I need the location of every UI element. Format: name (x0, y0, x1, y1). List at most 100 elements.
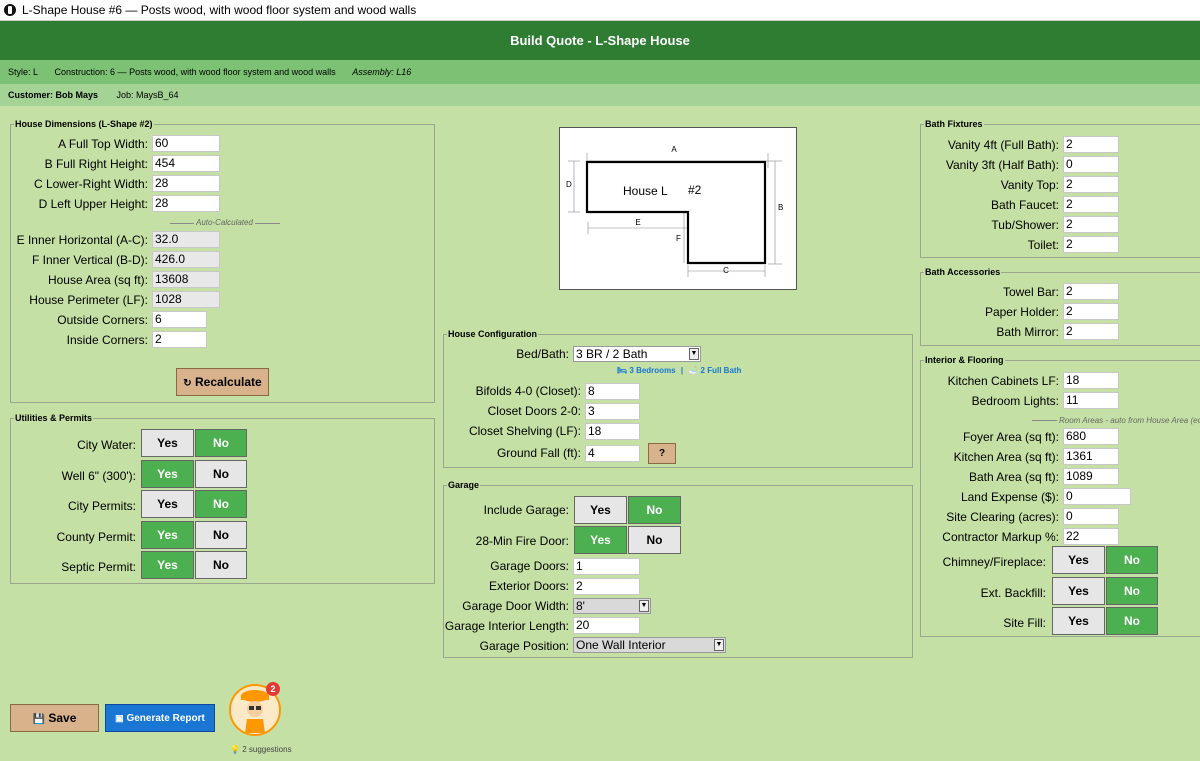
fire-door-yes-button[interactable]: Yes (574, 526, 627, 554)
info-bar: Style: L Construction: 6 — Posts wood, w… (0, 60, 1200, 84)
dim-f-marker: F (676, 234, 681, 243)
interior-toggle-yes-2[interactable]: Yes (1052, 607, 1105, 635)
interior-input-0[interactable]: 18 (1063, 372, 1119, 389)
bath-accessory-input-0[interactable]: 2 (1063, 283, 1119, 300)
bedbath-value: 3 BR / 2 Bath (576, 347, 648, 361)
garage-door-width-label: Garage Door Width: (462, 599, 569, 613)
bath-fixture-input-5[interactable]: 2 (1063, 236, 1119, 253)
bath-accessory-label-2: Bath Mirror: (996, 325, 1059, 339)
garage-door-width-value: 8' (576, 599, 585, 613)
garage-doors-label: Garage Doors: (490, 559, 569, 573)
recalculate-button[interactable]: ↻ Recalculate (176, 368, 269, 396)
utility-no-button-2[interactable]: No (195, 490, 247, 518)
dim-c-input[interactable]: 28 (152, 175, 220, 192)
interior-toggle-label-1: Ext. Backfill: (980, 585, 1046, 600)
bedbath-select[interactable]: 3 BR / 2 Bath ▼ (573, 346, 701, 362)
bifolds-input[interactable]: 8 (585, 383, 640, 400)
interior-title: Interior & Flooring (924, 354, 1005, 366)
room-label-3: Land Expense ($): (960, 490, 1059, 504)
interior-toggle-yes-1[interactable]: Yes (1052, 576, 1105, 605)
save-button[interactable]: 💾 Save (10, 704, 99, 732)
dim-b-label: B Full Right Height: (44, 157, 148, 171)
interior-toggle-no-2[interactable]: No (1106, 607, 1158, 635)
dim-d-input[interactable]: 28 (152, 195, 220, 212)
room-label-4: Site Clearing (acres): (946, 510, 1059, 524)
utility-yes-button-0[interactable]: Yes (141, 429, 194, 457)
utilities-title: Utilities & Permits (14, 412, 94, 424)
bath-fixture-label-5: Toilet: (1027, 238, 1059, 252)
dim-b-marker: B (778, 203, 783, 212)
ground-fall-label: Ground Fall (ft): (496, 446, 581, 460)
bath-accessory-input-1[interactable]: 2 (1063, 303, 1119, 320)
garage-door-width-select[interactable]: 8' ▼ (573, 598, 651, 614)
garage-length-input[interactable]: 20 (573, 617, 640, 634)
dim-a-label: A Full Top Width: (58, 137, 148, 151)
bedbath-summary: 🛏 3 Bedrooms | 🛁 2 Full Bath (617, 366, 741, 375)
dim-b-input[interactable]: 454 (152, 155, 220, 172)
chevron-down-icon: ▼ (639, 600, 649, 612)
generate-report-button[interactable]: ▣ Generate Report (105, 704, 215, 732)
house-area-label: House Area (sq ft): (47, 273, 148, 287)
include-garage-yes-button[interactable]: Yes (574, 496, 627, 524)
interior-input-1[interactable]: 11 (1063, 392, 1119, 409)
utility-yes-button-2[interactable]: Yes (141, 490, 194, 518)
bedrooms-summary: 3 Bedrooms (629, 366, 676, 375)
utility-yes-button-3[interactable]: Yes (141, 520, 194, 549)
room-input-5[interactable]: 22 (1063, 528, 1119, 545)
room-input-1[interactable]: 1361 (1063, 448, 1119, 465)
exterior-doors-input[interactable]: 2 (573, 578, 640, 595)
ground-fall-input[interactable]: 4 (585, 445, 640, 462)
room-input-2[interactable]: 1089 (1063, 468, 1119, 485)
garage-doors-input[interactable]: 1 (573, 558, 640, 575)
room-input-0[interactable]: 680 (1063, 428, 1119, 445)
bath-fixture-label-1: Vanity 3ft (Half Bath): (945, 158, 1059, 172)
room-label-0: Foyer Area (sq ft): (962, 430, 1059, 444)
utility-yes-button-4[interactable]: Yes (141, 551, 194, 579)
customer-bar: Customer: Bob Mays Job: MaysB_64 (0, 84, 1200, 106)
outside-corners-input[interactable]: 6 (152, 311, 207, 328)
utility-yes-button-1[interactable]: Yes (141, 459, 194, 488)
house-config-title: House Configuration (447, 328, 538, 340)
closet-shelving-input[interactable]: 18 (585, 423, 640, 440)
interior-toggle-no-1[interactable]: No (1106, 576, 1158, 605)
generate-report-label: Generate Report (126, 713, 205, 724)
dim-a-marker: A (671, 145, 677, 154)
garage-position-select[interactable]: One Wall Interior ▼ (573, 637, 726, 653)
include-garage-no-button[interactable]: No (628, 496, 681, 524)
utility-no-button-4[interactable]: No (195, 551, 247, 579)
room-input-3[interactable]: 0 (1063, 488, 1131, 505)
house-perimeter-value: 1028 (152, 291, 220, 308)
dim-a-input[interactable]: 60 (152, 135, 220, 152)
interior-toggle-no-0[interactable]: No (1106, 546, 1158, 574)
bath-fixture-input-0[interactable]: 2 (1063, 136, 1119, 153)
inside-corners-input[interactable]: 2 (152, 331, 207, 348)
bath-fixture-label-4: Tub/Shower: (991, 218, 1059, 232)
utility-label-4: Septic Permit: (61, 560, 136, 574)
style-info: Style: L (8, 67, 39, 77)
room-label-1: Kitchen Area (sq ft): (953, 450, 1059, 464)
fire-door-label: 28-Min Fire Door: (475, 534, 569, 548)
interior-toggle-yes-0[interactable]: Yes (1052, 546, 1105, 574)
bath-accessory-input-2[interactable]: 2 (1063, 323, 1119, 340)
closet-doors-label: Closet Doors 2-0: (487, 404, 581, 418)
bifolds-label: Bifolds 4-0 (Closet): (475, 384, 581, 398)
room-input-4[interactable]: 0 (1063, 508, 1119, 525)
refresh-icon: ↻ (183, 378, 192, 389)
bath-accessories-title: Bath Accessories (924, 266, 1002, 278)
house-perimeter-label: House Perimeter (LF): (29, 293, 148, 307)
bath-fixture-input-4[interactable]: 2 (1063, 216, 1119, 233)
utility-label-0: City Water: (77, 438, 136, 452)
dim-e-marker: E (635, 218, 640, 227)
garage-position-label: Garage Position: (479, 639, 569, 653)
closet-doors-input[interactable]: 3 (585, 403, 640, 420)
utility-no-button-0[interactable]: No (195, 429, 247, 457)
bath-fixtures-title: Bath Fixtures (924, 118, 984, 130)
bath-fixture-input-1[interactable]: 0 (1063, 156, 1119, 173)
utility-no-button-1[interactable]: No (195, 459, 247, 488)
bath-fixture-input-3[interactable]: 2 (1063, 196, 1119, 213)
help-button[interactable]: ? (648, 443, 676, 464)
bath-fixture-input-2[interactable]: 2 (1063, 176, 1119, 193)
house-label: House L (623, 184, 668, 198)
fire-door-no-button[interactable]: No (628, 526, 681, 554)
utility-no-button-3[interactable]: No (195, 520, 247, 549)
